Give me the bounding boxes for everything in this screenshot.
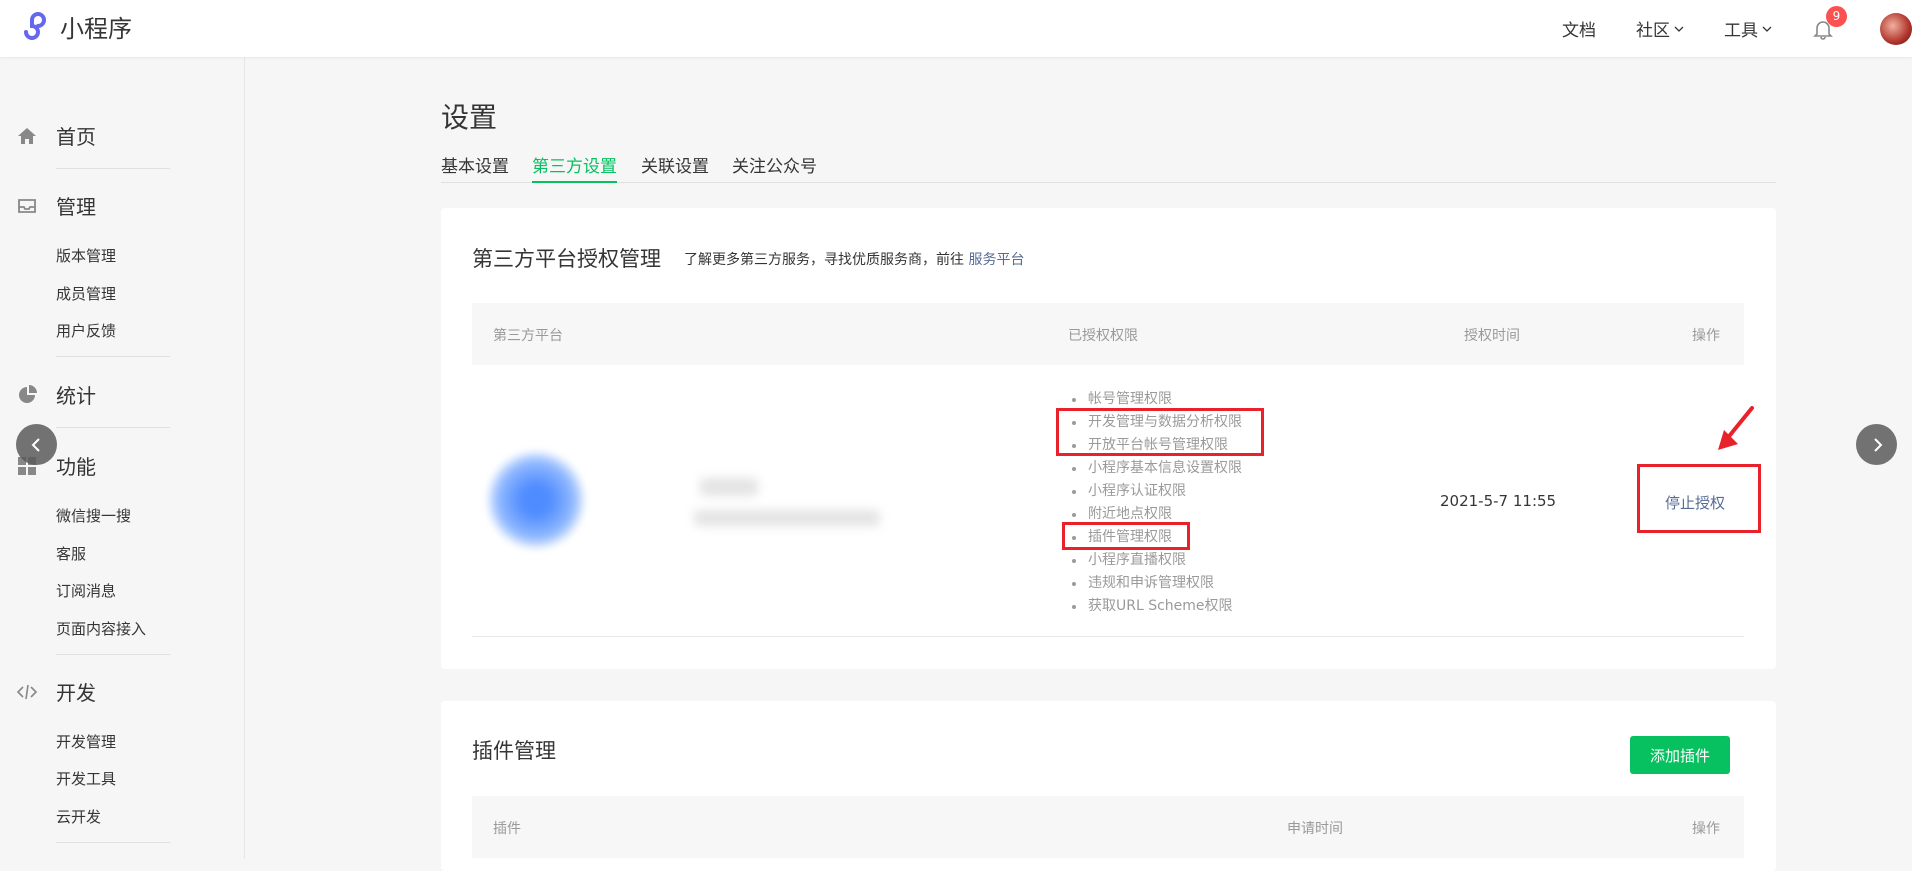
nav-docs-label: 文档 <box>1562 21 1596 41</box>
sidebar-item-label: 开发 <box>56 681 96 705</box>
third-party-table-header: 第三方平台 已授权权限 授权时间 操作 <box>472 303 1744 365</box>
third-party-desc: 了解更多第三方服务，寻找优质服务商，前往 服务平台 <box>684 249 1024 269</box>
settings-tabs: 基本设置 第三方设置 关联设置 关注公众号 <box>441 152 1776 183</box>
nav-community-label: 社区 <box>1636 21 1670 41</box>
platform-desc-blurred <box>694 510 880 526</box>
inbox-icon <box>18 198 36 213</box>
divider <box>56 168 170 169</box>
notification-badge: 9 <box>1826 5 1847 27</box>
user-avatar[interactable] <box>1880 12 1912 45</box>
divider <box>56 427 170 428</box>
row-divider <box>472 636 1744 637</box>
sidebar-subitem-dev-manage[interactable]: 开发管理 <box>56 731 116 752</box>
sidebar-item-manage[interactable]: 管理 <box>16 191 96 220</box>
mini-program-logo-icon <box>24 12 46 40</box>
app-name: 小程序 <box>60 14 132 43</box>
stop-auth-link[interactable]: 停止授权 <box>1665 492 1725 513</box>
arrow-annotation-icon <box>1718 406 1754 450</box>
sidebar-item-label: 管理 <box>56 195 96 219</box>
nav-tools[interactable]: 工具 <box>1724 16 1772 41</box>
chevron-right-icon <box>1873 437 1882 452</box>
sidebar-subitem-dev-tools[interactable]: 开发工具 <box>56 768 116 789</box>
notification-bell[interactable]: 9 <box>1812 5 1847 40</box>
sidebar-subitem-members[interactable]: 成员管理 <box>56 283 116 304</box>
platform-name-blurred <box>700 478 758 496</box>
sidebar-subitem-feedback[interactable]: 用户反馈 <box>56 320 116 341</box>
divider <box>56 356 170 357</box>
divider <box>56 842 170 843</box>
sidebar-subitem-wechat-search[interactable]: 微信搜一搜 <box>56 505 131 526</box>
tab-third-party[interactable]: 第三方设置 <box>532 152 617 183</box>
highlight-box <box>1056 408 1264 456</box>
pie-chart-icon <box>19 384 37 403</box>
sidebar-subitem-subscribe-msg[interactable]: 订阅消息 <box>56 580 116 601</box>
col-action: 操作 <box>1692 328 1720 344</box>
list-item: 小程序认证权限 <box>1060 480 1242 503</box>
home-icon <box>18 127 36 144</box>
list-item: 小程序直播权限 <box>1060 549 1242 572</box>
sidebar-item-home[interactable]: 首页 <box>16 121 96 150</box>
nav-docs[interactable]: 文档 <box>1562 16 1596 41</box>
desc-text: 了解更多第三方服务，寻找优质服务商，前往 <box>684 252 964 268</box>
next-arrow-button[interactable] <box>1856 424 1897 465</box>
sidebar-item-label: 统计 <box>56 384 96 408</box>
col-plugin-action: 操作 <box>1692 821 1720 837</box>
chevron-down-icon <box>1762 26 1772 32</box>
sidebar-item-stats[interactable]: 统计 <box>16 380 96 409</box>
sidebar-item-label: 首页 <box>56 125 96 149</box>
divider <box>56 654 170 655</box>
list-item: 违规和申诉管理权限 <box>1060 572 1242 595</box>
prev-arrow-button[interactable] <box>16 424 57 465</box>
logo[interactable]: 小程序 <box>16 8 132 44</box>
tab-linked[interactable]: 关联设置 <box>641 152 709 183</box>
service-platform-link[interactable]: 服务平台 <box>968 252 1024 268</box>
add-plugin-button[interactable]: 添加插件 <box>1630 736 1730 774</box>
nav-tools-label: 工具 <box>1724 21 1758 41</box>
tab-follow-account[interactable]: 关注公众号 <box>732 152 817 183</box>
page-title: 设置 <box>441 101 498 134</box>
nav-community[interactable]: 社区 <box>1636 16 1684 41</box>
sidebar-subitem-versions[interactable]: 版本管理 <box>56 245 116 266</box>
third-party-title: 第三方平台授权管理 <box>472 247 661 271</box>
sidebar-item-label: 功能 <box>56 455 96 479</box>
top-bar: 小程序 文档 社区 工具 9 <box>0 0 1912 57</box>
code-icon <box>16 684 38 699</box>
auth-time: 2021-5-7 11:55 <box>1440 492 1557 510</box>
col-apply-time: 申请时间 <box>1287 821 1343 837</box>
chevron-down-icon <box>1674 26 1684 32</box>
sidebar-subitem-cloud-dev[interactable]: 云开发 <box>56 806 101 827</box>
sidebar-item-develop[interactable]: 开发 <box>16 677 96 706</box>
sidebar-subitem-page-content[interactable]: 页面内容接入 <box>56 618 146 639</box>
plugins-table-header: 插件 申请时间 操作 <box>472 796 1744 858</box>
top-nav: 文档 社区 工具 9 <box>1562 0 1912 57</box>
platform-avatar <box>488 452 584 548</box>
list-item: 小程序基本信息设置权限 <box>1060 457 1242 480</box>
chevron-left-icon <box>31 437 40 452</box>
highlight-box <box>1062 522 1190 550</box>
col-permissions: 已授权权限 <box>1068 328 1138 344</box>
sidebar-subitem-customer-service[interactable]: 客服 <box>56 543 86 564</box>
plugins-title: 插件管理 <box>472 739 556 763</box>
tab-basic[interactable]: 基本设置 <box>441 152 509 183</box>
col-auth-time: 授权时间 <box>1464 328 1520 344</box>
col-plugin: 插件 <box>493 821 521 837</box>
list-item: 获取URL Scheme权限 <box>1060 595 1242 618</box>
col-platform: 第三方平台 <box>493 328 563 344</box>
